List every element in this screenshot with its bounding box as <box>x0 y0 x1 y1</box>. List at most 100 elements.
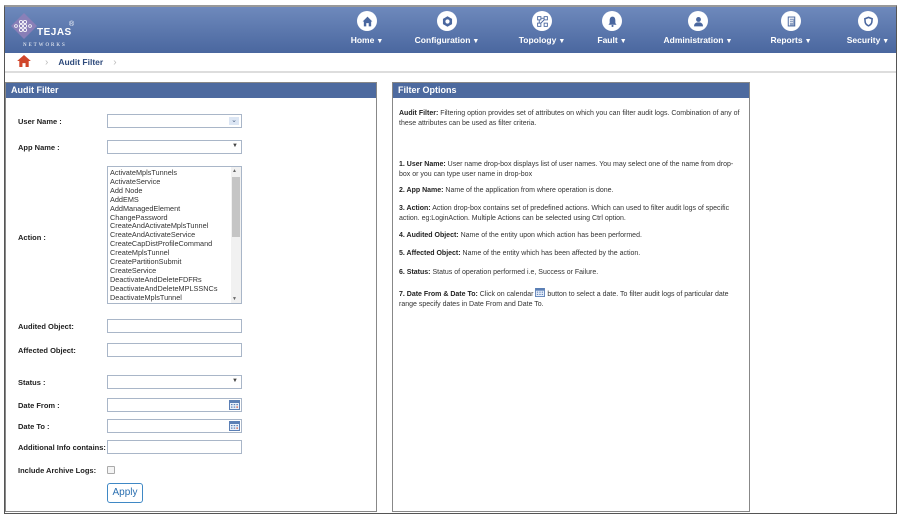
help-term: 6. Status: <box>399 269 431 276</box>
help-term: 4. Audited Object: <box>399 232 459 239</box>
action-scrollbar[interactable]: ▲ ▼ <box>231 167 241 303</box>
chevron-down-icon: ▼ <box>619 38 627 45</box>
breadcrumb-separator: › <box>113 56 117 68</box>
logo-diamond-icon <box>11 13 37 39</box>
help-text: Name of the entity upon which action has… <box>458 232 642 239</box>
help-term: 7. Date From & Date To: <box>399 291 478 298</box>
nav-fault[interactable]: Fault ▼ <box>592 11 632 53</box>
help-text: Status of operation performed i.e, Succe… <box>430 269 599 276</box>
app-window: TEJAS ® NETWORKS Home ▼ Configuration ▼ To… <box>4 5 897 514</box>
nav-topology[interactable]: Topology ▼ <box>512 11 572 53</box>
dropdown-arrow-icon: ▼ <box>232 378 238 384</box>
calendar-icon[interactable] <box>229 400 240 410</box>
app-name-label: App Name : <box>18 143 60 152</box>
nav-topology-label: Topology <box>518 35 557 45</box>
scroll-up-icon[interactable]: ▲ <box>232 168 237 174</box>
help-item-date-range: 7. Date From & Date To: Click on calenda… <box>399 288 744 310</box>
scrollbar-thumb[interactable] <box>232 177 240 237</box>
audit-filter-panel: Audit Filter User Name : ⌄ App Name : ▼ … <box>5 82 377 512</box>
scroll-down-icon[interactable]: ▼ <box>232 296 237 302</box>
date-to-label: Date To : <box>18 422 50 431</box>
action-options: ActivateMplsTunnels ActivateService Add No… <box>108 167 241 303</box>
topology-icon <box>536 15 548 27</box>
brand-name: TEJAS <box>37 27 72 38</box>
help-item-user-name: 1. User Name: User name drop-box display… <box>399 160 744 180</box>
additional-info-label: Additional Info contains: <box>18 443 106 452</box>
nav-home[interactable]: Home ▼ <box>342 11 392 53</box>
date-from-input[interactable] <box>107 398 242 412</box>
registered-mark: ® <box>69 21 75 28</box>
nav-reports[interactable]: Reports ▼ <box>768 11 814 53</box>
user-icon <box>693 16 703 26</box>
breadcrumb-current[interactable]: Audit Filter <box>58 57 103 67</box>
filter-options-panel: Filter Options Audit Filter: Filtering o… <box>392 82 750 512</box>
chevron-down-icon: ▼ <box>882 38 890 45</box>
help-text: Name of the entity which has been affect… <box>460 250 641 257</box>
action-label: Action : <box>18 233 46 242</box>
tejas-logo[interactable]: TEJAS ® NETWORKS <box>11 13 91 49</box>
chevron-down-icon: ▼ <box>376 38 384 45</box>
affected-object-input[interactable] <box>107 343 242 357</box>
breadcrumb: › Audit Filter › <box>5 53 896 73</box>
apply-button[interactable]: Apply <box>107 483 143 503</box>
chevron-down-icon: ▼ <box>804 38 812 45</box>
date-from-label: Date From : <box>18 401 60 410</box>
nav-security[interactable]: Security ▼ <box>843 11 893 53</box>
status-select[interactable]: ▼ <box>107 375 242 389</box>
home-icon <box>362 16 372 26</box>
breadcrumb-separator: › <box>45 56 49 68</box>
top-nav-bar: TEJAS ® NETWORKS Home ▼ Configuration ▼ To… <box>5 7 896 53</box>
filter-options-title: Filter Options <box>393 83 749 98</box>
nav-configuration-label: Configuration <box>414 35 471 45</box>
help-text: Click on calendar <box>477 291 536 298</box>
help-intro-text: Filtering option provides set of attribu… <box>399 110 740 127</box>
chevron-down-icon: ⌄ <box>229 117 239 125</box>
user-name-select[interactable]: ⌄ <box>107 114 242 128</box>
chevron-down-icon: ▼ <box>558 38 566 45</box>
chevron-down-icon: ▼ <box>472 38 480 45</box>
status-label: Status : <box>18 378 46 387</box>
additional-info-input[interactable] <box>107 440 242 454</box>
calendar-icon[interactable] <box>229 421 240 431</box>
audited-object-label: Audited Object: <box>18 322 74 331</box>
help-item-app-name: 2. App Name: Name of the application fro… <box>399 186 744 196</box>
help-term: 2. App Name: <box>399 187 444 194</box>
user-name-label: User Name : <box>18 117 62 126</box>
help-text: Action drop-box contains set of predefin… <box>399 205 730 222</box>
nav-administration-label: Administration <box>663 35 724 45</box>
help-intro: Audit Filter: Filtering option provides … <box>399 109 744 129</box>
audited-object-input[interactable] <box>107 319 242 333</box>
nav-fault-label: Fault <box>597 35 618 45</box>
nav-reports-label: Reports <box>770 35 803 45</box>
gear-icon <box>442 15 452 27</box>
nav-configuration[interactable]: Configuration ▼ <box>412 11 482 53</box>
help-term: 5. Affected Object: <box>399 250 461 257</box>
action-option[interactable]: DeactivateService <box>110 302 241 303</box>
document-icon <box>787 16 795 26</box>
help-term: 1. User Name: <box>399 161 446 168</box>
action-listbox[interactable]: ActivateMplsTunnels ActivateService Add No… <box>107 166 242 304</box>
include-archive-checkbox[interactable] <box>107 466 115 474</box>
calendar-icon <box>535 288 546 297</box>
help-term: 3. Action: <box>399 205 431 212</box>
include-archive-label: Include Archive Logs: <box>18 466 97 475</box>
help-intro-term: Audit Filter: <box>399 110 439 117</box>
help-item-audited-object: 4. Audited Object: Name of the entity up… <box>399 231 744 241</box>
nav-home-label: Home <box>350 35 375 45</box>
nav-security-label: Security <box>846 35 881 45</box>
app-name-select[interactable]: ▼ <box>107 140 242 154</box>
home-icon[interactable] <box>17 54 35 70</box>
help-item-status: 6. Status: Status of operation performed… <box>399 268 744 278</box>
help-text: User name drop-box displays list of user… <box>399 161 734 178</box>
help-item-affected-object: 5. Affected Object: Name of the entity w… <box>399 249 744 259</box>
dropdown-arrow-icon: ▼ <box>232 143 238 149</box>
bell-icon <box>607 16 617 27</box>
help-item-action: 3. Action: Action drop-box contains set … <box>399 204 744 224</box>
brand-subtitle: NETWORKS <box>23 43 67 48</box>
chevron-down-icon: ▼ <box>725 38 733 45</box>
help-text: Name of the application from where opera… <box>443 187 614 194</box>
nav-administration[interactable]: Administration ▼ <box>662 11 734 53</box>
audit-filter-title: Audit Filter <box>6 83 376 98</box>
date-to-input[interactable] <box>107 419 242 433</box>
shield-icon <box>863 15 873 27</box>
